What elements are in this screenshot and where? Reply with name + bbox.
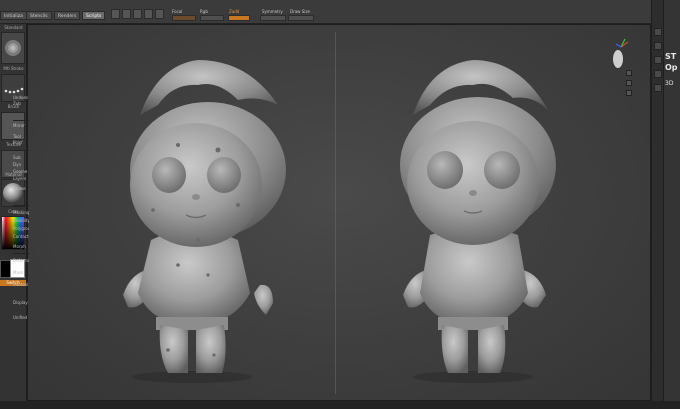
top-toolbar: Initializa Stencils Renders Scripts Foca… <box>0 0 680 24</box>
standard-brush-icon[interactable] <box>1 32 25 64</box>
rp-row-4[interactable]: Polyf <box>13 140 29 145</box>
rp-row-5[interactable]: Sub <box>13 155 29 160</box>
bottom-status-bar <box>0 401 680 409</box>
tab-renders[interactable]: Renders <box>54 11 81 20</box>
tab-initializa[interactable]: Initializa <box>0 11 27 20</box>
shelf-caption-standard: Standard <box>4 25 23 30</box>
rp-row-18[interactable]: Display <box>13 300 29 305</box>
rp-row-2[interactable]: Mirror <box>13 123 29 128</box>
preferences-icon[interactable] <box>654 42 662 50</box>
rgb-intensity[interactable] <box>200 15 224 21</box>
rp-separator <box>13 253 29 254</box>
rp-row-12[interactable]: Polygroups <box>13 226 29 231</box>
draw-size-label: Draw Size <box>290 9 310 14</box>
rp-row-6[interactable]: Dyn <box>13 162 29 167</box>
material-sphere-icon[interactable] <box>1 179 25 207</box>
rp-separator <box>13 150 29 151</box>
rp-separator <box>13 120 29 121</box>
panel-title-c: 3D <box>665 80 674 87</box>
rp-row-10[interactable]: Masking <box>13 210 29 215</box>
rp-row-0[interactable]: Undoes <box>13 95 29 100</box>
shelf-caption-stroke: Mtl Stroke <box>3 66 24 71</box>
rp-row-1[interactable]: Zub <box>13 101 29 106</box>
tab-stencils[interactable]: Stencils <box>26 11 52 20</box>
rgb-value[interactable] <box>172 15 196 21</box>
draw-size-slider[interactable] <box>260 15 286 21</box>
rp-row-19[interactable]: Unified <box>13 315 29 320</box>
canvas-viewport[interactable] <box>27 24 651 401</box>
tool-icon[interactable] <box>654 56 662 64</box>
rgb-label: Rgb <box>200 9 208 14</box>
rp-row-16[interactable]: Mask <box>13 270 29 275</box>
subtool-icon[interactable] <box>654 70 662 78</box>
left-shelf: Standard Mtl Stroke Brush Texture Materi… <box>0 24 27 409</box>
viewport-split-divider <box>335 32 336 394</box>
zadd-button[interactable] <box>228 15 250 21</box>
right-tool-panel <box>651 0 680 409</box>
draw-label: Symmetry <box>262 9 283 14</box>
right-character-model[interactable] <box>400 60 556 383</box>
rp-row-17[interactable]: Subtool <box>13 282 29 287</box>
focal-label: Focal <box>172 9 183 14</box>
layers-icon[interactable] <box>654 84 662 92</box>
tab-scripts[interactable]: Scripts <box>82 11 106 20</box>
rp-row-8[interactable]: Layers <box>13 176 29 181</box>
rp-row-9[interactable]: Stroke <box>13 186 29 191</box>
rp-separator <box>13 205 29 206</box>
rp-row-3[interactable]: Tool <box>13 134 29 139</box>
floor-icon[interactable] <box>626 80 632 86</box>
persp-icon[interactable] <box>626 70 632 76</box>
panel-title-a: ST <box>665 52 677 61</box>
rp-row-7[interactable]: Geome <box>13 169 29 174</box>
lightbox-icon[interactable] <box>654 28 662 36</box>
rotate-icon[interactable] <box>155 9 164 19</box>
edit-icon[interactable] <box>111 9 120 19</box>
zadd-label: Zadd <box>229 9 240 14</box>
draw-icon[interactable] <box>122 9 131 19</box>
left-character-model[interactable] <box>123 60 286 383</box>
rp-row-13[interactable]: Contact <box>13 234 29 239</box>
move-icon[interactable] <box>133 9 142 19</box>
frame-icon[interactable] <box>626 90 632 96</box>
rp-row-14[interactable]: Morph <box>13 244 29 249</box>
focal-shift-slider[interactable] <box>288 15 314 21</box>
rp-row-15[interactable]: Deformation <box>13 258 29 263</box>
axis-gizmo[interactable] <box>613 38 629 68</box>
scale-icon[interactable] <box>144 9 153 19</box>
panel-title-b: Op <box>665 63 678 72</box>
rp-row-11[interactable]: Visibility <box>13 218 29 223</box>
